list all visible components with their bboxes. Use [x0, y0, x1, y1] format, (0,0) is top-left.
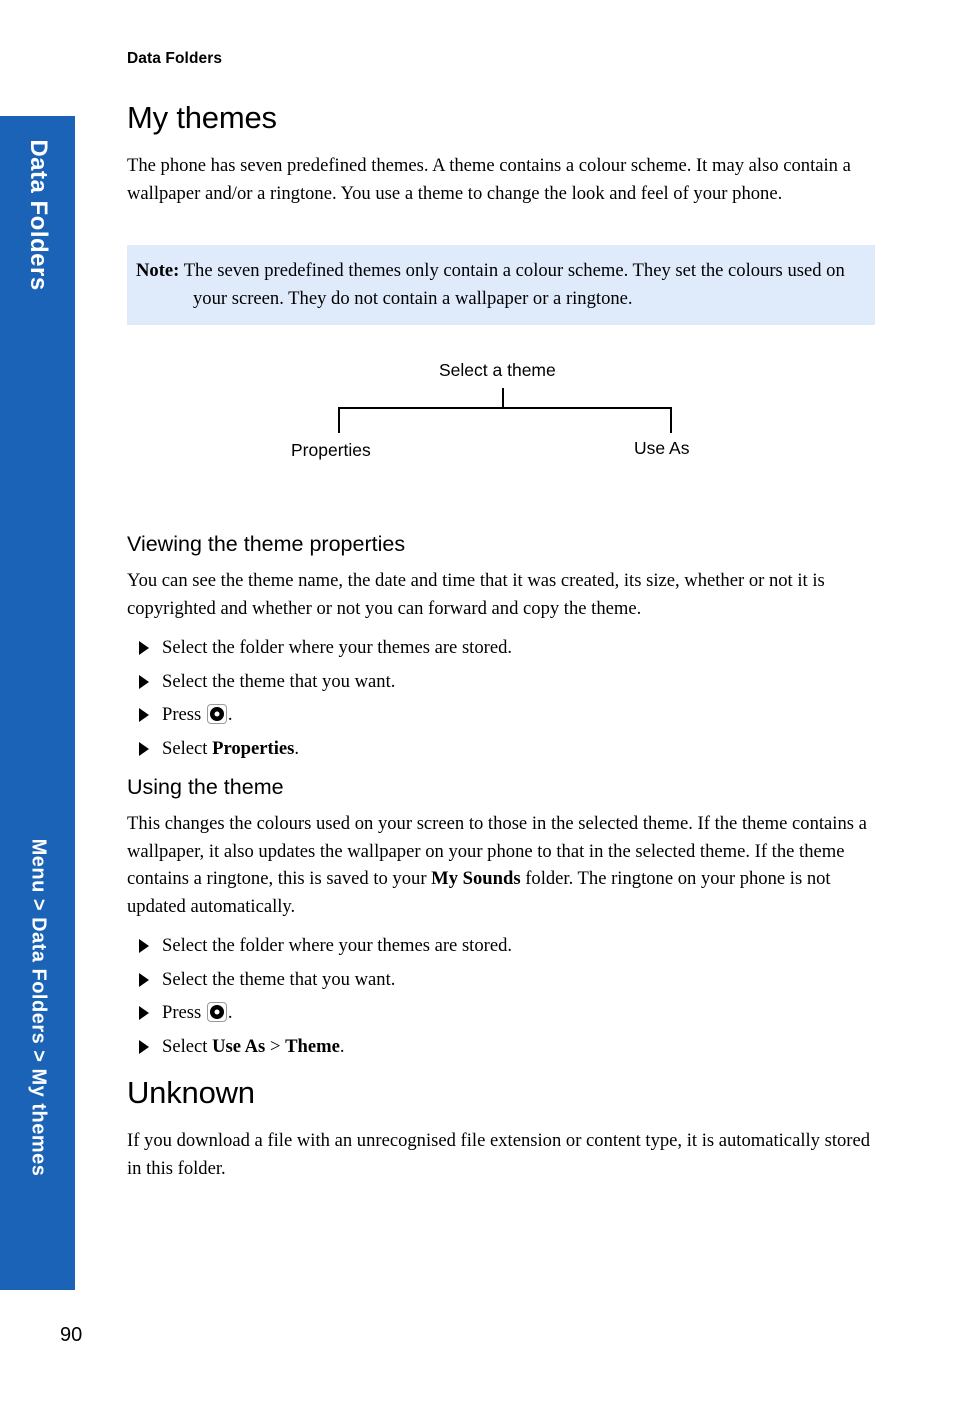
step-text-suffix: . — [227, 1002, 233, 1023]
step-text: Select the folder where your themes are … — [162, 935, 513, 956]
list-item: Select Use As > Theme. — [127, 1030, 887, 1064]
note-body: The seven predefined themes only contain… — [183, 260, 845, 309]
step-emphasis-2: Theme — [285, 1035, 340, 1057]
triangle-bullet-icon — [139, 939, 149, 953]
list-item: Select the folder where your themes are … — [127, 929, 887, 963]
section-viewing-theme-properties: Viewing the theme properties You can see… — [127, 532, 887, 765]
triangle-bullet-icon — [139, 1039, 149, 1054]
list-item: Press . — [127, 996, 887, 1030]
step-text: Select the theme that you want. — [162, 968, 396, 990]
triangle-bullet-icon — [139, 674, 149, 689]
step-text-suffix: . — [227, 704, 233, 725]
list-item: Select the theme that you want. — [127, 665, 887, 699]
diagram-root-label: Select a theme — [439, 360, 556, 380]
diagram-right-branch-line — [670, 407, 672, 433]
side-tab-chapter-label: Data Folders — [25, 139, 52, 291]
diagram-left-branch-line — [338, 407, 340, 433]
note-box: Note: The seven predefined themes only c… — [127, 245, 875, 325]
step-emphasis: Properties — [212, 737, 295, 759]
list-item: Select Properties. — [127, 732, 887, 766]
step-text: Select the theme that you want. — [162, 670, 396, 692]
triangle-bullet-icon — [139, 708, 149, 722]
diagram-left-label: Properties — [291, 440, 371, 460]
heading-unknown: Unknown — [127, 1075, 255, 1110]
section-unknown: Unknown If you download a file with an u… — [127, 1075, 887, 1182]
step-emphasis: Use As — [212, 1035, 266, 1057]
side-tab: Data Folders Menu > Data Folders > My th… — [0, 116, 75, 1290]
step-text: Press — [162, 704, 206, 725]
step-text-suffix: . — [294, 737, 300, 759]
list-item: Press . — [127, 698, 887, 732]
running-head: Data Folders — [127, 50, 223, 67]
steps-viewing: Select the folder where your themes are … — [127, 631, 887, 765]
triangle-bullet-icon — [139, 972, 149, 987]
step-separator: > — [265, 1035, 286, 1057]
body-using: This changes the colours used on your sc… — [127, 810, 887, 920]
step-text: Select — [162, 1035, 213, 1057]
section-using-the-theme: Using the theme This changes the colours… — [127, 775, 887, 1063]
list-item: Select the theme that you want. — [127, 963, 887, 997]
diagram-right-label: Use As — [634, 438, 690, 458]
step-text: Select — [162, 737, 213, 759]
page-title: My themes — [127, 100, 277, 135]
triangle-bullet-icon — [139, 1006, 149, 1020]
theme-menu-diagram: Select a theme Properties Use As — [127, 355, 887, 475]
select-key-icon — [206, 704, 227, 724]
steps-using: Select the folder where your themes are … — [127, 929, 887, 1063]
triangle-bullet-icon — [139, 741, 149, 756]
intro-paragraph: The phone has seven predefined themes. A… — [127, 155, 851, 204]
triangle-bullet-icon — [139, 641, 149, 655]
diagram-horizontal-line — [338, 407, 672, 409]
note-text: Note: The seven predefined themes only c… — [136, 257, 874, 312]
heading-using: Using the theme — [127, 775, 284, 799]
page-number: 90 — [60, 1324, 83, 1346]
step-text: Press — [162, 1002, 206, 1023]
note-label: Note: — [136, 260, 180, 281]
side-tab-breadcrumb-label: Menu > Data Folders > My themes — [27, 838, 50, 1177]
diagram-stem-line — [502, 388, 504, 408]
body-unknown: If you download a file with an unrecogni… — [127, 1130, 871, 1179]
list-item: Select the folder where your themes are … — [127, 631, 887, 665]
title-block: My themes The phone has seven predefined… — [127, 100, 887, 207]
body-viewing: You can see the theme name, the date and… — [127, 570, 825, 619]
step-text: Select the folder where your themes are … — [162, 637, 513, 658]
body-emphasis: My Sounds — [431, 868, 521, 889]
step-text-suffix: . — [339, 1035, 345, 1057]
select-key-icon — [206, 1002, 227, 1022]
heading-viewing: Viewing the theme properties — [127, 532, 406, 556]
